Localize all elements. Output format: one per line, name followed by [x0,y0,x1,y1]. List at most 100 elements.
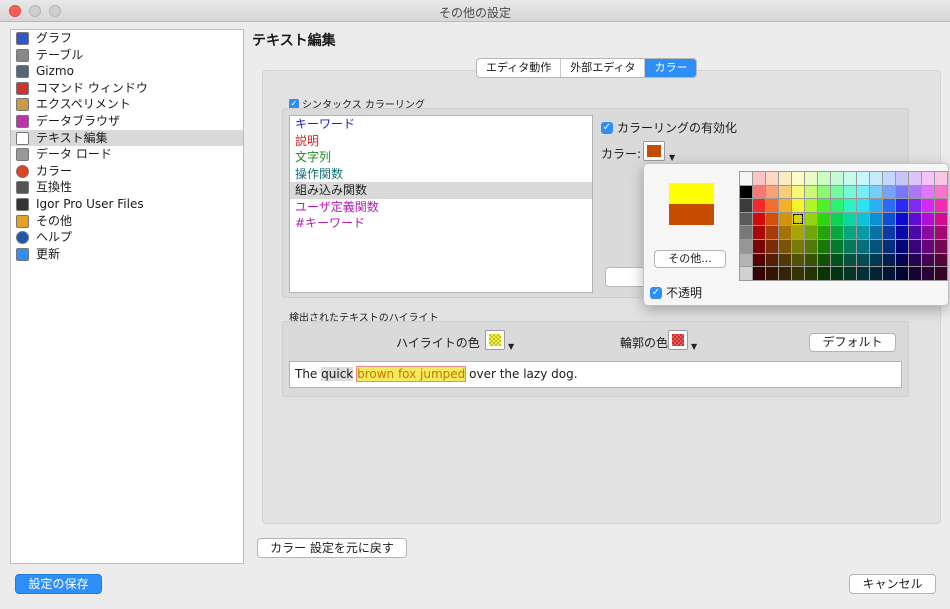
palette-cell[interactable] [831,212,843,226]
palette-cell[interactable] [805,212,817,226]
palette-cell[interactable] [779,212,791,226]
syntax-element-item[interactable]: 文字列 [290,149,592,166]
palette-cell[interactable] [831,267,843,280]
sidebar-item[interactable]: Igor Pro User Files [11,196,243,213]
palette-cell[interactable] [740,253,752,267]
palette-cell[interactable] [857,172,869,185]
palette-cell[interactable] [792,253,804,267]
palette-cell[interactable] [844,226,856,239]
palette-cell[interactable] [935,267,947,280]
palette-cell[interactable] [935,253,947,267]
palette-cell[interactable] [844,199,856,212]
palette-cell[interactable] [831,239,843,253]
palette-cell[interactable] [831,226,843,239]
syntax-element-item[interactable]: 操作関数 [290,166,592,183]
default-button[interactable]: デフォルト [809,333,896,352]
palette-cell[interactable] [753,253,765,267]
palette-cell[interactable] [870,185,882,199]
syntax-element-list[interactable]: キーワード 説明 文字列 操作関数 組み込み関数 ユーザ定義関数 #キーワード [289,115,593,293]
palette-cell[interactable] [792,185,804,199]
palette-cell[interactable] [870,253,882,267]
palette-cell[interactable] [870,239,882,253]
palette-cell[interactable] [792,172,804,185]
palette-cell[interactable] [753,199,765,212]
palette-cell[interactable] [753,185,765,199]
sidebar-item[interactable]: その他 [11,213,243,230]
palette-cell[interactable] [857,267,869,280]
palette-cell[interactable] [870,172,882,185]
syntax-element-item[interactable]: #キーワード [290,215,592,232]
tab-item[interactable]: 外部エディタ [561,59,646,77]
palette-cell[interactable] [805,239,817,253]
sidebar-item[interactable]: ヘルプ [11,229,243,246]
palette-cell[interactable] [740,199,752,212]
palette-cell[interactable] [779,267,791,280]
sidebar-item[interactable]: データ ロード [11,146,243,163]
reset-color-settings-button[interactable]: カラー 設定を元に戻す [257,538,407,558]
palette-cell[interactable] [766,267,778,280]
palette-cell[interactable] [883,199,895,212]
palette-cell[interactable] [883,212,895,226]
palette-cell[interactable] [766,212,778,226]
palette-cell[interactable] [779,239,791,253]
palette-cell[interactable] [896,185,908,199]
color-well-button[interactable] [643,141,665,161]
palette-cell[interactable] [818,212,830,226]
opaque-checkbox[interactable]: ✓ 不透明 [650,284,702,301]
palette-cell[interactable] [792,239,804,253]
palette-cell[interactable] [857,239,869,253]
palette-cell[interactable] [766,185,778,199]
palette-cell[interactable] [753,212,765,226]
palette-cell[interactable] [935,199,947,212]
palette-cell[interactable] [844,212,856,226]
palette-cell[interactable] [896,253,908,267]
palette-cell[interactable] [831,199,843,212]
palette-cell[interactable] [896,239,908,253]
palette-cell[interactable] [779,185,791,199]
palette-cell[interactable] [805,226,817,239]
palette-cell[interactable] [792,212,804,226]
palette-cell[interactable] [844,239,856,253]
palette-cell[interactable] [753,172,765,185]
syntax-element-item[interactable]: 組み込み関数 [290,182,592,199]
palette-cell[interactable] [870,267,882,280]
dropdown-arrow-icon[interactable]: ▼ [691,342,697,351]
sidebar-item[interactable]: コマンド ウィンドウ [11,80,243,97]
palette-cell[interactable] [922,212,934,226]
palette-cell[interactable] [909,199,921,212]
sidebar-item[interactable]: 更新 [11,246,243,263]
palette-cell[interactable] [935,226,947,239]
palette-cell[interactable] [779,199,791,212]
palette-cell[interactable] [805,267,817,280]
sidebar-item[interactable]: 互換性 [11,179,243,196]
palette-cell[interactable] [857,212,869,226]
palette-cell[interactable] [818,267,830,280]
tab-item[interactable]: エディタ動作 [477,59,562,77]
palette-cell[interactable] [818,239,830,253]
palette-cell[interactable] [909,267,921,280]
palette-cell[interactable] [831,172,843,185]
palette-cell[interactable] [753,239,765,253]
syntax-element-item[interactable]: ユーザ定義関数 [290,199,592,216]
sidebar-item[interactable]: データブラウザ [11,113,243,130]
palette-cell[interactable] [740,212,752,226]
palette-cell[interactable] [805,172,817,185]
palette-cell[interactable] [766,199,778,212]
other-colors-button[interactable]: その他... [654,250,726,268]
palette-cell[interactable] [922,267,934,280]
palette-cell[interactable] [818,185,830,199]
palette-cell[interactable] [883,172,895,185]
palette-cell[interactable] [870,212,882,226]
palette-cell[interactable] [740,226,752,239]
dropdown-arrow-icon[interactable]: ▼ [669,153,675,162]
palette-cell[interactable] [922,253,934,267]
palette-cell[interactable] [766,253,778,267]
palette-cell[interactable] [753,267,765,280]
tab-item[interactable]: カラー [645,59,697,77]
palette-cell[interactable] [935,239,947,253]
syntax-element-item[interactable]: キーワード [290,116,592,133]
palette-cell[interactable] [909,226,921,239]
palette-cell[interactable] [779,226,791,239]
palette-cell[interactable] [831,185,843,199]
palette-cell[interactable] [779,253,791,267]
